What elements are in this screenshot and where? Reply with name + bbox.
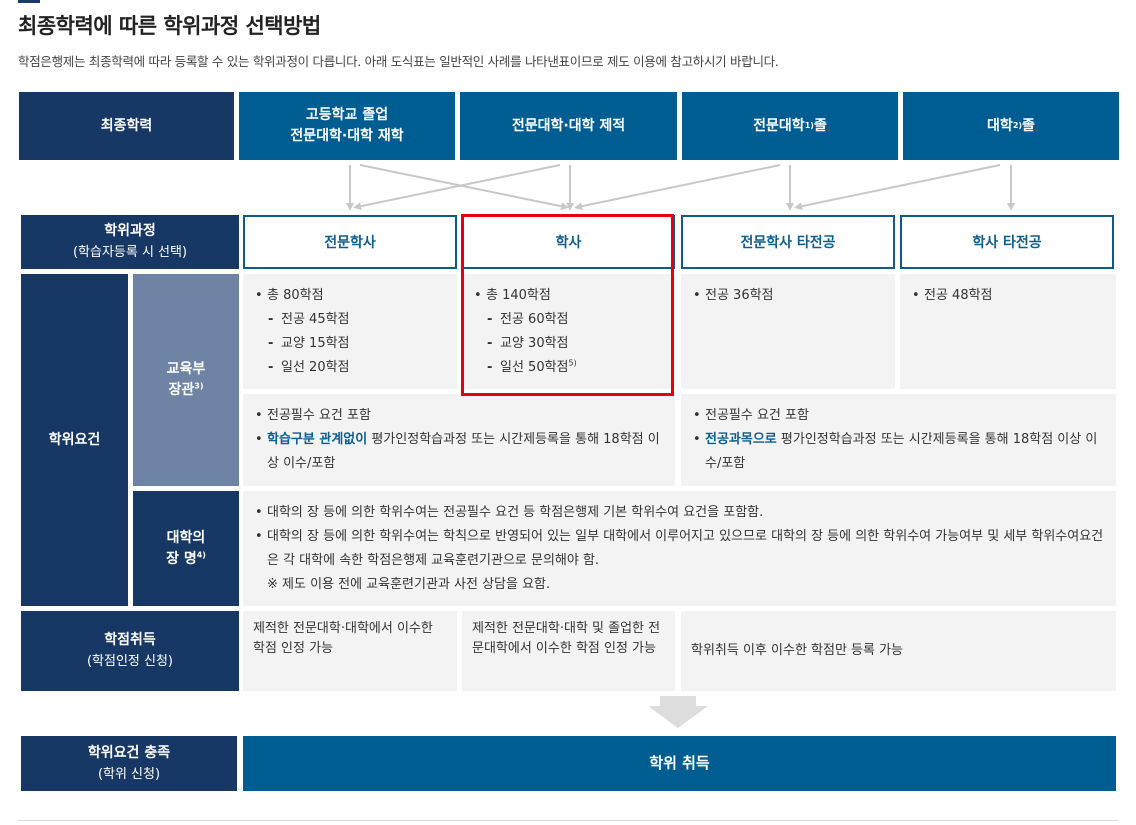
header-col-university-grad: 대학 2) 졸 [903, 92, 1119, 160]
university-head-label-line2: 장 명 [166, 550, 197, 567]
header-col-college-grad: 전문대학 1) 졸 [682, 92, 898, 160]
ministry-credits-associate-other: 전공 36학점 [681, 274, 895, 389]
credits-label: 학점취득 (학점인정 신청) [21, 611, 239, 691]
university-note: 대학의 장 등에 의한 학위수여는 전공필수 요건 등 학점은행제 기본 학위수… [255, 501, 1104, 525]
page-description: 학점은행제는 최종학력에 따라 등록할 수 있는 학위과정이 다릅니다. 아래 … [18, 54, 779, 69]
completion-label-sub: (학위 신청) [97, 766, 161, 782]
credit-total: 전공 48학점 [912, 284, 1104, 308]
ministry-label: 교육부 장관3) [133, 274, 239, 486]
credit-total: 총 80학점 [255, 284, 445, 308]
ministry-label-line2: 장관 [168, 382, 195, 398]
program-bachelor-other-major: 학사 타전공 [900, 215, 1114, 269]
down-arrow-icon [650, 696, 708, 728]
final-education-label: 최종학력 [19, 92, 234, 160]
credits-label-title: 학점취득 [104, 632, 156, 648]
university-head-notes: 대학의 장 등에 의한 학위수여는 전공필수 요건 등 학점은행제 기본 학위수… [243, 491, 1116, 606]
bottom-divider [18, 820, 1118, 821]
arrow-line [574, 164, 781, 211]
credit-item: 교양 15학점 [255, 332, 445, 356]
credits-dismissed: 제적한 전문대학·대학에서 이수한 학점 인정 가능 [243, 611, 457, 691]
credits-label-sub: (학점인정 신청) [86, 654, 174, 669]
ministry-label-line2-wrap: 장관3) [169, 380, 204, 401]
university-head-label: 대학의 장 명4) [133, 491, 239, 606]
note-major-required: 전공필수 요건 포함 [693, 404, 1104, 428]
university-note: 대학의 장 등에 의한 학위수여는 학칙으로 반영되어 있는 일부 대학에서 이… [255, 525, 1104, 573]
university-head-label-line2-wrap: 장 명4) [166, 549, 206, 570]
title-accent-bar [18, 0, 40, 3]
ministry-credits-associate: 총 80학점 전공 45학점 교양 15학점 일선 20학점 [243, 274, 457, 389]
ministry-label-line1: 교육부 [166, 361, 206, 377]
header-col-dismissed: 전문대학·대학 제적 [460, 92, 677, 160]
header-col-college-grad-text: 전문대학 [753, 117, 805, 134]
ministry-notes-right: 전공필수 요건 포함 전공과목으로 평가인정학습과정 또는 시간제등록을 통해 … [681, 394, 1116, 486]
note-highlight: 학습구분 관계없이 [267, 432, 368, 447]
credit-total: 전공 36학점 [693, 284, 883, 308]
header-col-highschool: 고등학교 졸업 전문대학·대학 재학 [239, 92, 455, 160]
note-eighteen-credits: 학습구분 관계없이 평가인정학습과정 또는 시간제등록을 통해 18학점 이상 … [255, 428, 663, 476]
programs-label-title: 학위과정 [104, 223, 156, 239]
ministry-credits-bachelor-other: 전공 48학점 [900, 274, 1116, 389]
programs-label-sub: (학습자등록 시 선택) [72, 245, 188, 260]
credit-item: 전공 45학점 [255, 308, 445, 332]
header-col-highschool-line2: 전문대학·대학 재학 [290, 128, 404, 144]
header-col-university-grad-text: 대학 [987, 117, 1013, 134]
university-footnote: ※ 제도 이용 전에 교육훈련기관과 사전 상담을 요함. [267, 577, 551, 592]
credits-graduates: 학위취득 이후 이수한 학점만 등록 가능 [681, 611, 1116, 691]
arrow-line [794, 164, 1001, 211]
credits-dismissed-and-graduated: 제적한 전문대학·대학 및 졸업한 전문대학에서 이수한 학점 인정 가능 [462, 611, 675, 691]
degree-acquired: 학위 취득 [243, 736, 1116, 791]
program-associate-other-major: 전문학사 타전공 [681, 215, 895, 269]
requirements-label: 학위요건 [21, 274, 128, 606]
programs-label: 학위과정 (학습자등록 시 선택) [21, 215, 239, 269]
program-associate: 전문학사 [243, 215, 457, 269]
completion-label-title: 학위요건 충족 [87, 744, 171, 761]
footnote-3: 3) [194, 381, 204, 391]
note-eighteen-credits: 전공과목으로 평가인정학습과정 또는 시간제등록을 통해 18학점 이상 이수/… [693, 428, 1104, 476]
header-col-highschool-line1: 고등학교 졸업 [305, 107, 389, 123]
credit-item: 일선 20학점 [255, 356, 445, 380]
note-major-required: 전공필수 요건 포함 [255, 404, 663, 428]
header-col-college-grad-suffix: 졸 [813, 117, 827, 134]
flow-arrows [346, 164, 1015, 211]
university-head-label-line1: 대학의 [166, 529, 206, 546]
completion-label: 학위요건 충족 (학위 신청) [21, 736, 237, 791]
footnote-4: 4) [196, 549, 206, 559]
bachelor-highlight-box [461, 214, 674, 396]
note-highlight: 전공과목으로 [705, 432, 777, 447]
page-title: 최종학력에 따른 학위과정 선택방법 [18, 14, 321, 38]
ministry-notes-left: 전공필수 요건 포함 학습구분 관계없이 평가인정학습과정 또는 시간제등록을 … [243, 394, 675, 486]
header-col-university-grad-suffix: 졸 [1022, 117, 1035, 134]
